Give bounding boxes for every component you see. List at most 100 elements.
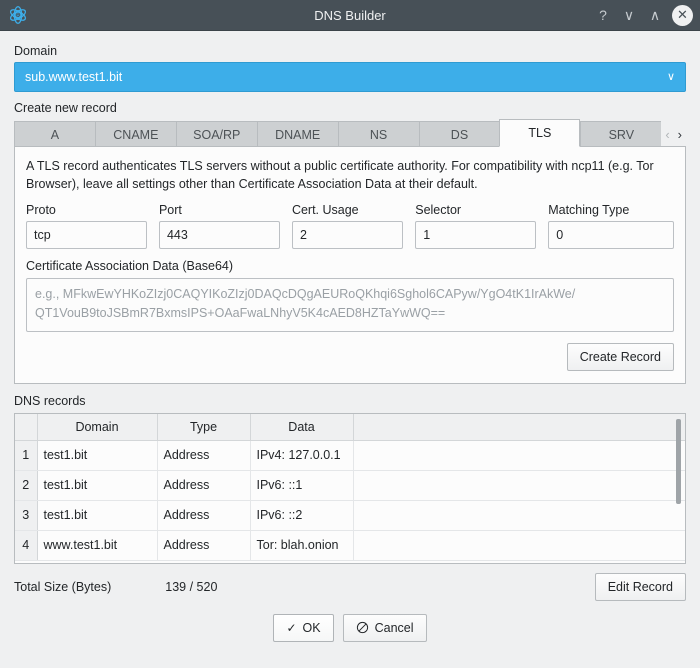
maximize-button[interactable]: ∧ [642, 2, 668, 28]
dialog-body: Domain sub.www.test1.bit ∨ Create new re… [0, 31, 700, 642]
tls-description: A TLS record authenticates TLS servers w… [26, 157, 674, 193]
ok-button-label: OK [303, 621, 321, 635]
help-button[interactable]: ? [590, 2, 616, 28]
cell-filler [353, 440, 685, 470]
field-group-matching-type: Matching Type 0 [548, 203, 674, 249]
domain-label: Domain [14, 44, 686, 58]
domain-selected-value: sub.www.test1.bit [25, 70, 122, 84]
cell-data[interactable]: IPv6: ::2 [250, 500, 353, 530]
row-number-corner [15, 414, 37, 440]
field-label: Cert. Usage [292, 203, 403, 217]
field-group-cert-usage: Cert. Usage 2 [292, 203, 403, 249]
tab-a[interactable]: A [14, 121, 95, 147]
total-size-value: 139 / 520 [165, 580, 217, 594]
cell-filler [353, 500, 685, 530]
field-group-proto: Proto tcp [26, 203, 147, 249]
minimize-button[interactable]: ∨ [616, 2, 642, 28]
dns-records-label: DNS records [14, 394, 686, 408]
field-input-cert-usage[interactable]: 2 [292, 221, 403, 249]
row-number[interactable]: 1 [15, 440, 37, 470]
field-input-selector[interactable]: 1 [415, 221, 536, 249]
create-new-record-label: Create new record [14, 101, 686, 115]
tab-ns[interactable]: NS [338, 121, 419, 147]
cell-filler [353, 530, 685, 560]
table-row[interactable]: 2test1.bitAddressIPv6: ::1 [15, 470, 685, 500]
tab-soa-rp[interactable]: SOA/RP [176, 121, 257, 147]
window-controls: ? ∨ ∧ ✕ [590, 2, 700, 28]
tab-scroll-controls: ‹ › [661, 121, 686, 147]
cell-type[interactable]: Address [157, 440, 250, 470]
tab-cname[interactable]: CNAME [95, 121, 176, 147]
field-label: Proto [26, 203, 147, 217]
field-input-matching-type[interactable]: 0 [548, 221, 674, 249]
create-record-row: Create Record [26, 343, 674, 371]
tab-label: CNAME [113, 128, 158, 142]
field-label: Selector [415, 203, 536, 217]
cancel-button-label: Cancel [375, 621, 414, 635]
field-input-proto[interactable]: tcp [26, 221, 147, 249]
tab-tls[interactable]: TLS [499, 119, 580, 147]
tab-label: A [51, 128, 59, 142]
cell-filler [353, 470, 685, 500]
table-body: 1test1.bitAddressIPv4: 127.0.0.12test1.b… [15, 440, 685, 560]
edit-record-wrap: Edit Record [595, 573, 686, 601]
cell-domain[interactable]: test1.bit [37, 470, 157, 500]
tab-dname[interactable]: DNAME [257, 121, 338, 147]
total-size-label: Total Size (Bytes) [14, 580, 111, 594]
create-record-button[interactable]: Create Record [567, 343, 674, 371]
dialog-buttons: ✓ OK Cancel [14, 614, 686, 642]
cell-type[interactable]: Address [157, 530, 250, 560]
app-logo-icon: B [3, 0, 33, 31]
chevron-down-icon: ∨ [667, 72, 675, 83]
tab-ds[interactable]: DS [419, 121, 500, 147]
field-label: Matching Type [548, 203, 674, 217]
cell-data[interactable]: Tor: blah.onion [250, 530, 353, 560]
column-header-type[interactable]: Type [157, 414, 250, 440]
window-titlebar: B DNS Builder ? ∨ ∧ ✕ [0, 0, 700, 31]
tls-tab-panel: A TLS record authenticates TLS servers w… [14, 146, 686, 384]
tab-label: NS [370, 128, 387, 142]
dns-records-table-wrap: DomainTypeData 1test1.bitAddressIPv4: 12… [14, 413, 686, 564]
column-header-domain[interactable]: Domain [37, 414, 157, 440]
tab-label: TLS [528, 126, 551, 140]
close-button[interactable]: ✕ [672, 5, 693, 26]
tab-srv[interactable]: SRV [580, 121, 661, 147]
column-header-data[interactable]: Data [250, 414, 353, 440]
cell-domain[interactable]: www.test1.bit [37, 530, 157, 560]
row-number[interactable]: 2 [15, 470, 37, 500]
table-row[interactable]: 4www.test1.bitAddressTor: blah.onion [15, 530, 685, 560]
record-type-tabbar: A CNAME SOA/RP DNAME NS DS TLS SRV ‹ › [14, 119, 686, 147]
domain-combobox[interactable]: sub.www.test1.bit ∨ [14, 62, 686, 92]
table-row[interactable]: 1test1.bitAddressIPv4: 127.0.0.1 [15, 440, 685, 470]
tab-scroll-left-icon[interactable]: ‹ [665, 128, 669, 141]
cell-data[interactable]: IPv6: ::1 [250, 470, 353, 500]
column-header-filler [353, 414, 685, 440]
check-icon: ✓ [286, 622, 296, 634]
table-scrollbar-thumb[interactable] [676, 419, 681, 504]
ok-button[interactable]: ✓ OK [273, 614, 333, 642]
no-entry-icon [356, 621, 369, 636]
cell-domain[interactable]: test1.bit [37, 440, 157, 470]
footer-row: Total Size (Bytes) 139 / 520 Edit Record [14, 573, 686, 601]
table-row[interactable]: 3test1.bitAddressIPv6: ::2 [15, 500, 685, 530]
field-input-port[interactable]: 443 [159, 221, 280, 249]
cell-domain[interactable]: test1.bit [37, 500, 157, 530]
table-scrollbar[interactable] [674, 417, 683, 562]
field-group-port: Port 443 [159, 203, 280, 249]
cell-type[interactable]: Address [157, 500, 250, 530]
cad-textarea[interactable]: e.g., MFkwEwYHKoZIzj0CAQYIKoZIzj0DAQcDQg… [26, 278, 674, 332]
edit-record-button[interactable]: Edit Record [595, 573, 686, 601]
field-label: Port [159, 203, 280, 217]
tab-label: SOA/RP [193, 128, 240, 142]
tab-scroll-right-icon[interactable]: › [678, 128, 682, 141]
row-number[interactable]: 4 [15, 530, 37, 560]
field-group-selector: Selector 1 [415, 203, 536, 249]
table-header-row: DomainTypeData [15, 414, 685, 440]
tab-label: DNAME [275, 128, 320, 142]
cancel-button[interactable]: Cancel [343, 614, 427, 642]
cell-type[interactable]: Address [157, 470, 250, 500]
cad-label: Certificate Association Data (Base64) [26, 259, 674, 273]
cell-data[interactable]: IPv4: 127.0.0.1 [250, 440, 353, 470]
row-number[interactable]: 3 [15, 500, 37, 530]
tab-label: DS [451, 128, 468, 142]
